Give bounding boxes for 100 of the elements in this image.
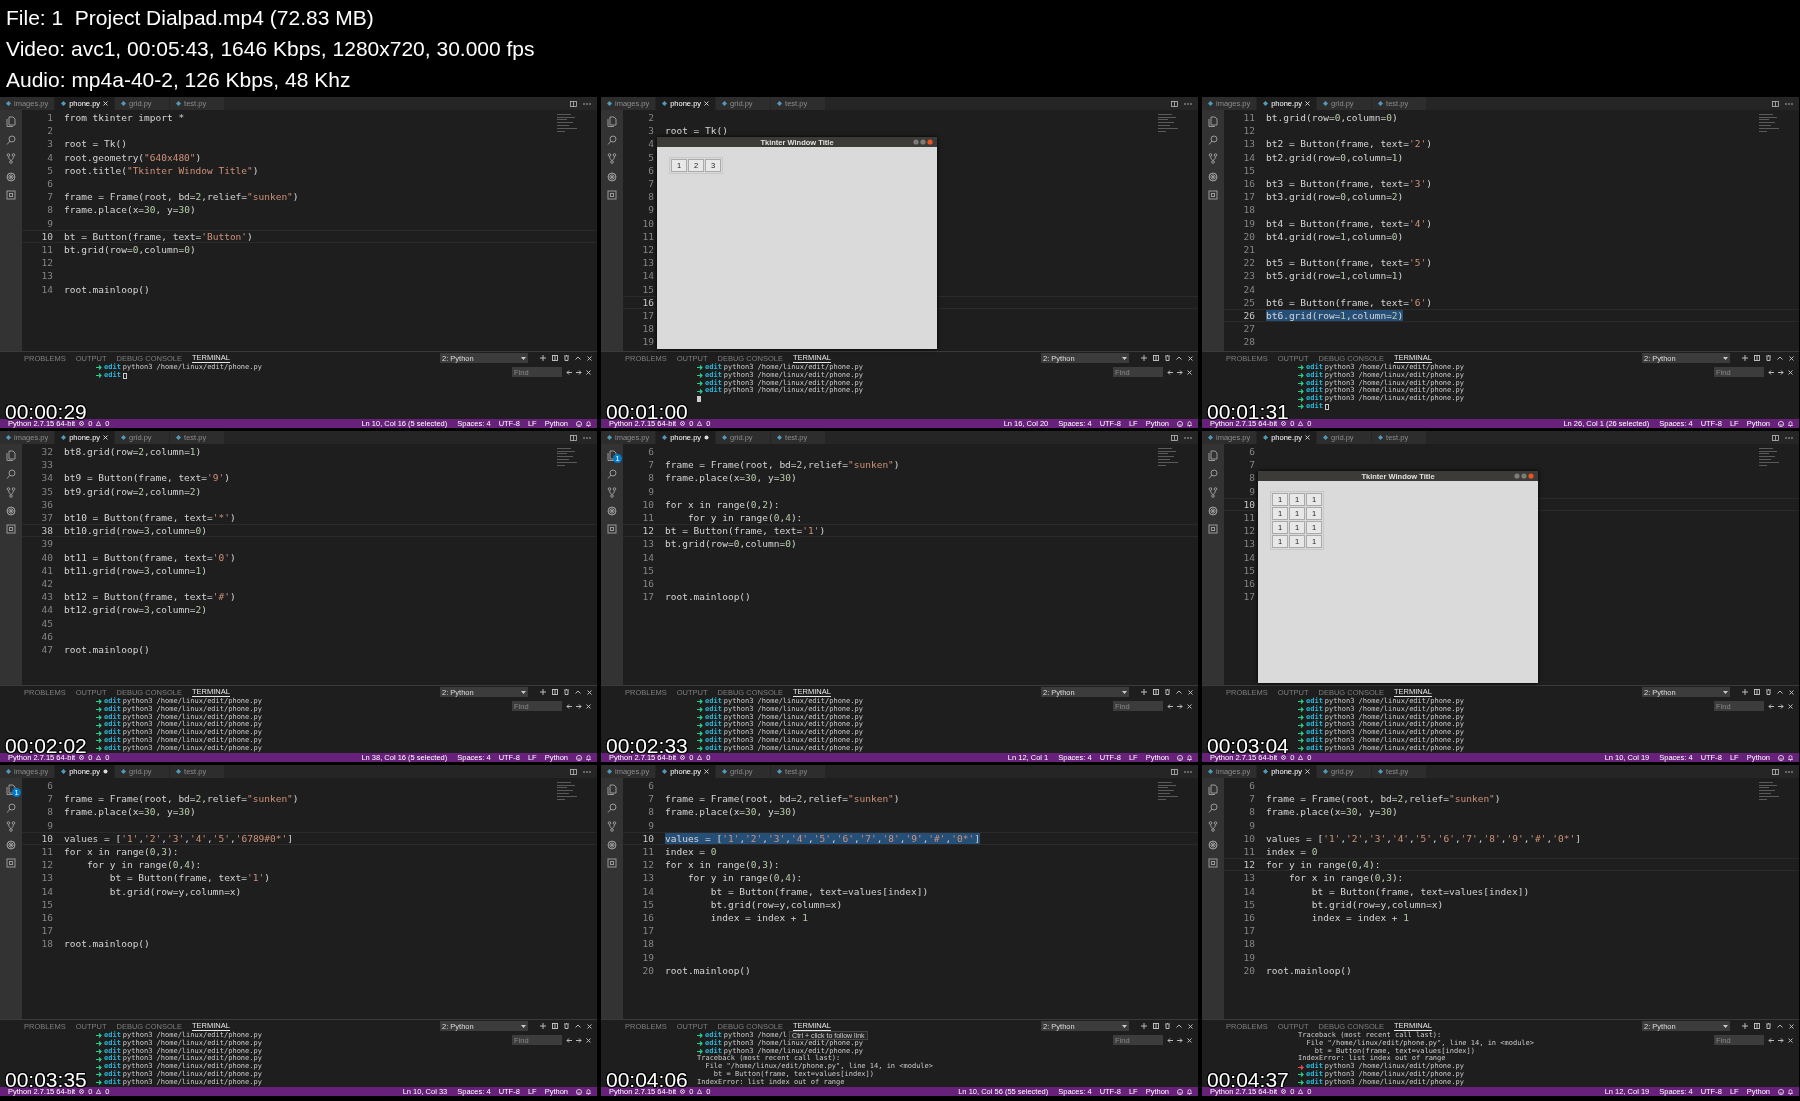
plus-icon[interactable]: [1742, 689, 1748, 695]
close-icon[interactable]: [1305, 101, 1311, 106]
trash-icon[interactable]: [1766, 355, 1771, 361]
extensions-icon[interactable]: [6, 524, 16, 534]
close-icon[interactable]: [587, 689, 592, 695]
search-icon[interactable]: [6, 803, 16, 813]
close-icon[interactable]: [587, 1023, 592, 1029]
plus-icon[interactable]: [1141, 355, 1147, 361]
split-editor-icon[interactable]: [1772, 768, 1779, 775]
close-icon[interactable]: [1788, 369, 1793, 375]
window-controls-icon[interactable]: [913, 139, 934, 145]
arrow-left-icon[interactable]: [566, 703, 572, 709]
bell-icon[interactable]: [1788, 754, 1793, 761]
trash-icon[interactable]: [1766, 689, 1771, 695]
close-icon[interactable]: [1187, 1037, 1192, 1043]
arrow-right-icon[interactable]: [1778, 703, 1784, 709]
split-editor-icon[interactable]: [570, 100, 577, 107]
arrow-right-icon[interactable]: [1778, 369, 1784, 375]
trash-icon[interactable]: [1165, 689, 1170, 695]
split-editor-icon[interactable]: [1772, 434, 1779, 441]
more-icon[interactable]: [1184, 436, 1192, 439]
bell-icon[interactable]: [586, 420, 591, 427]
more-icon[interactable]: [1184, 770, 1192, 773]
files-icon[interactable]: [1208, 116, 1218, 127]
source-control-icon[interactable]: [607, 153, 617, 164]
chevron-up-icon[interactable]: [1176, 690, 1182, 694]
bell-icon[interactable]: [586, 754, 591, 761]
trash-icon[interactable]: [564, 689, 569, 695]
bell-icon[interactable]: [1788, 420, 1793, 427]
bell-icon[interactable]: [586, 1088, 591, 1095]
smiley-icon[interactable]: [576, 754, 582, 761]
smiley-icon[interactable]: [1177, 754, 1183, 761]
smiley-icon[interactable]: [1778, 754, 1784, 761]
close-icon[interactable]: [1305, 769, 1311, 774]
bell-icon[interactable]: [1187, 1088, 1192, 1095]
chevron-up-icon[interactable]: [1176, 356, 1182, 360]
plus-icon[interactable]: [540, 355, 546, 361]
close-icon[interactable]: [1305, 435, 1311, 440]
close-icon[interactable]: [1789, 355, 1794, 361]
close-icon[interactable]: [1188, 689, 1193, 695]
smiley-icon[interactable]: [576, 1088, 582, 1095]
debug-icon[interactable]: [6, 172, 16, 182]
split-terminal-icon[interactable]: [552, 1023, 558, 1029]
files-icon[interactable]: [1208, 784, 1218, 795]
plus-icon[interactable]: [1742, 1023, 1748, 1029]
close-icon[interactable]: [1788, 1037, 1793, 1043]
debug-icon[interactable]: [1208, 840, 1218, 850]
plus-icon[interactable]: [1742, 355, 1748, 361]
bell-icon[interactable]: [1788, 1088, 1793, 1095]
arrow-left-icon[interactable]: [566, 369, 572, 375]
arrow-left-icon[interactable]: [1768, 369, 1774, 375]
smiley-icon[interactable]: [1177, 1088, 1183, 1095]
unsaved-dot-icon[interactable]: [103, 769, 109, 774]
smiley-icon[interactable]: [1177, 420, 1183, 427]
chevron-up-icon[interactable]: [575, 356, 581, 360]
chevron-up-icon[interactable]: [1777, 356, 1783, 360]
arrow-left-icon[interactable]: [1768, 703, 1774, 709]
close-icon[interactable]: [587, 355, 592, 361]
chevron-up-icon[interactable]: [575, 690, 581, 694]
source-control-icon[interactable]: [1208, 153, 1218, 164]
search-icon[interactable]: [6, 135, 16, 145]
extensions-icon[interactable]: [6, 190, 16, 200]
more-icon[interactable]: [1785, 770, 1793, 773]
split-terminal-icon[interactable]: [1153, 689, 1159, 695]
more-icon[interactable]: [1184, 102, 1192, 105]
arrow-left-icon[interactable]: [1167, 1037, 1173, 1043]
trash-icon[interactable]: [1165, 1023, 1170, 1029]
debug-icon[interactable]: [607, 172, 617, 182]
bell-icon[interactable]: [1187, 420, 1192, 427]
source-control-icon[interactable]: [607, 487, 617, 498]
extensions-icon[interactable]: [607, 190, 617, 200]
extensions-icon[interactable]: [607, 858, 617, 868]
search-icon[interactable]: [1208, 135, 1218, 145]
source-control-icon[interactable]: [6, 821, 16, 832]
split-editor-icon[interactable]: [570, 434, 577, 441]
more-icon[interactable]: [1785, 436, 1793, 439]
bell-icon[interactable]: [1187, 754, 1192, 761]
debug-icon[interactable]: [6, 840, 16, 850]
close-icon[interactable]: [704, 769, 710, 774]
search-icon[interactable]: [1208, 469, 1218, 479]
extensions-icon[interactable]: [1208, 858, 1218, 868]
split-terminal-icon[interactable]: [1153, 355, 1159, 361]
close-icon[interactable]: [1789, 1023, 1794, 1029]
source-control-icon[interactable]: [1208, 821, 1218, 832]
debug-icon[interactable]: [607, 506, 617, 516]
chevron-up-icon[interactable]: [1777, 1024, 1783, 1028]
close-icon[interactable]: [704, 101, 710, 106]
window-controls-icon[interactable]: [1514, 473, 1535, 479]
close-icon[interactable]: [1188, 355, 1193, 361]
files-icon[interactable]: [607, 784, 617, 795]
plus-icon[interactable]: [1141, 689, 1147, 695]
close-icon[interactable]: [1788, 703, 1793, 709]
split-terminal-icon[interactable]: [1754, 1023, 1760, 1029]
split-terminal-icon[interactable]: [1754, 355, 1760, 361]
split-editor-icon[interactable]: [1171, 768, 1178, 775]
close-icon[interactable]: [1789, 689, 1794, 695]
debug-icon[interactable]: [1208, 506, 1218, 516]
chevron-up-icon[interactable]: [1777, 690, 1783, 694]
arrow-right-icon[interactable]: [1778, 1037, 1784, 1043]
arrow-left-icon[interactable]: [1167, 703, 1173, 709]
